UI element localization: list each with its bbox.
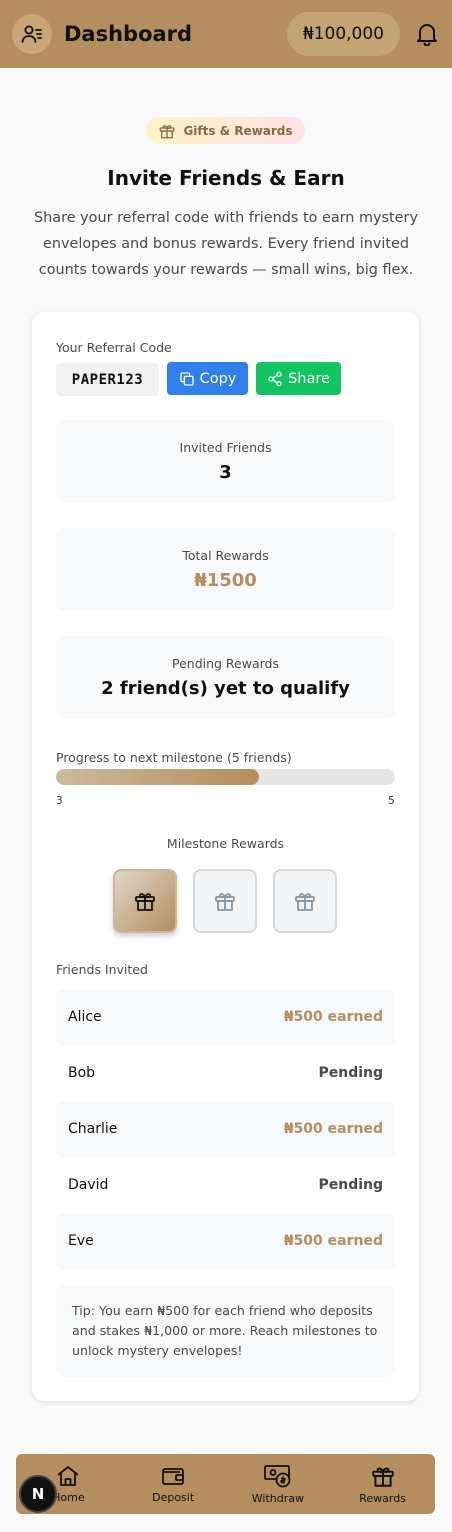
balance-value: ₦100,000: [302, 24, 384, 44]
nav-deposit[interactable]: Deposit: [121, 1454, 226, 1514]
referral-code: PAPER123: [56, 363, 159, 396]
home-icon: [57, 1466, 79, 1486]
nav-label: Deposit: [152, 1491, 195, 1504]
pending-rewards-value: 2 friend(s) yet to qualify: [101, 678, 350, 699]
invited-friends-stat: Invited Friends 3: [56, 420, 395, 503]
milestone-label: Milestone Rewards: [166, 836, 285, 851]
wallet-icon: [162, 1468, 185, 1485]
friend-name: David: [68, 1177, 109, 1193]
friend-name: Bob: [68, 1065, 96, 1081]
progress-label: Progress to next milestone (5 friends): [56, 750, 292, 765]
bell-icon[interactable]: [414, 21, 440, 47]
list-item: David Pending: [56, 1157, 395, 1213]
list-item: Eve ₦500 earned: [56, 1213, 395, 1269]
share-label: Share: [288, 370, 330, 387]
copy-label: Copy: [199, 370, 237, 387]
friend-list: Alice ₦500 earned Bob Pending Charlie ₦5…: [56, 989, 395, 1269]
total-rewards-label: Total Rewards: [182, 548, 269, 563]
page-title: Dashboard: [64, 22, 193, 46]
top-header: Dashboard ₦100,000: [0, 0, 452, 68]
floating-badge[interactable]: N: [19, 1475, 57, 1513]
nav-withdraw[interactable]: Withdraw: [226, 1454, 331, 1514]
gift-icon: [371, 1467, 394, 1487]
pill-label: Gifts & Rewards: [183, 123, 293, 138]
total-rewards-value: ₦1500: [194, 570, 257, 591]
nav-label: Withdraw: [251, 1492, 304, 1505]
progress-fill: [56, 769, 260, 785]
share-button[interactable]: Share: [256, 362, 341, 395]
gift-icon: [135, 893, 155, 911]
gift-icon: [160, 124, 175, 138]
copy-icon: [179, 371, 194, 386]
milestone-2[interactable]: [193, 869, 257, 933]
total-rewards-stat: Total Rewards ₦1500: [56, 528, 395, 611]
bottom-nav: Home Deposit Withdraw Rewards: [16, 1454, 435, 1514]
milestone-3[interactable]: [273, 869, 337, 933]
tip-box: Tip: You earn ₦500 for each friend who d…: [56, 1285, 395, 1377]
cash-icon: [263, 1465, 291, 1488]
friend-status: ₦500 earned: [283, 1009, 383, 1025]
balance-badge[interactable]: ₦100,000: [286, 12, 400, 56]
section-title: Invite Friends & Earn: [107, 166, 345, 190]
referral-code-label: Your Referral Code: [56, 340, 172, 355]
copy-button[interactable]: Copy: [167, 362, 248, 395]
section-pill: Gifts & Rewards: [146, 117, 305, 144]
friend-status: Pending: [318, 1065, 383, 1081]
progress-bar: [56, 769, 395, 785]
gift-icon: [295, 893, 315, 911]
friend-status: ₦500 earned: [283, 1233, 383, 1249]
referral-card: Your Referral Code PAPER123 Copy Share I…: [32, 312, 419, 1401]
list-item: Charlie ₦500 earned: [56, 1101, 395, 1157]
progress-current: 3: [56, 795, 63, 807]
section-description: Share your referral code with friends to…: [34, 210, 418, 278]
pending-rewards-label: Pending Rewards: [171, 656, 279, 671]
friend-name: Alice: [68, 1009, 102, 1025]
milestone-list: [113, 869, 337, 933]
invited-friends-value: 3: [219, 462, 232, 483]
user-menu-icon[interactable]: [12, 14, 52, 54]
invited-friends-label: Invited Friends: [179, 440, 272, 455]
pending-rewards-stat: Pending Rewards 2 friend(s) yet to quali…: [56, 636, 395, 719]
list-item: Bob Pending: [56, 1045, 395, 1101]
share-icon: [268, 371, 282, 386]
list-item: Alice ₦500 earned: [56, 989, 395, 1045]
friend-name: Eve: [68, 1233, 94, 1249]
friend-name: Charlie: [68, 1121, 118, 1137]
milestone-1[interactable]: [113, 869, 177, 933]
friend-status: ₦500 earned: [283, 1121, 383, 1137]
nav-label: Rewards: [359, 1492, 406, 1505]
nav-rewards[interactable]: Rewards: [330, 1454, 435, 1514]
friends-invited-label: Friends Invited: [56, 962, 148, 977]
progress-target: 5: [388, 795, 395, 807]
friend-status: Pending: [318, 1177, 383, 1193]
gift-icon: [215, 893, 235, 911]
